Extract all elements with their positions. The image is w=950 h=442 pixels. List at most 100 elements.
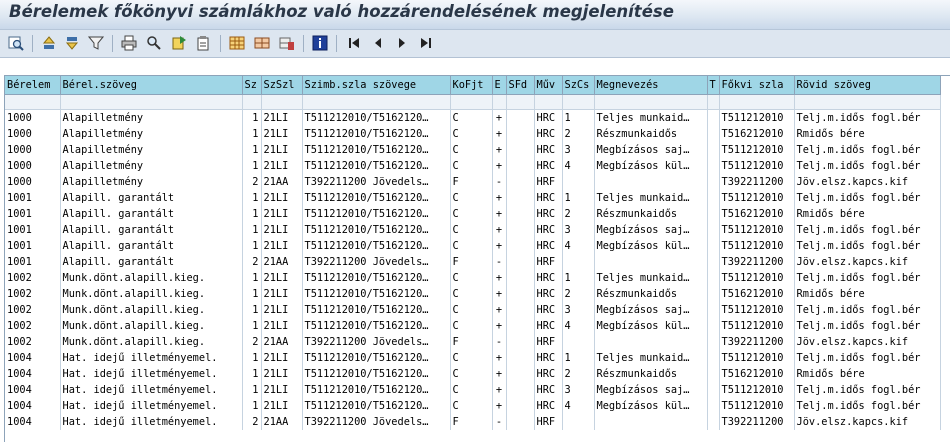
table-cell[interactable]: T511212010/T5162120… [302,238,451,254]
table-cell[interactable]: 1 [242,126,262,142]
table-cell[interactable]: + [492,366,507,382]
table-cell[interactable]: T392211200 Jövedels… [302,414,451,430]
table-cell[interactable]: 21AA [261,174,303,190]
table-cell[interactable] [707,142,720,158]
table-cell[interactable]: Telj.m.idős fogl.bér [794,109,941,126]
table-cell[interactable]: T511212010/T5162120… [302,302,451,318]
detail-icon[interactable] [7,34,25,52]
table-cell[interactable]: 1 [242,350,262,366]
table-cell[interactable]: Hat. idejű illetményemel. [60,382,243,398]
table-cell[interactable] [707,286,720,302]
column-header[interactable]: SFd [506,76,535,95]
table-cell[interactable]: 2 [242,334,262,350]
table-cell[interactable]: HRC [534,270,563,286]
table-cell[interactable]: - [492,174,507,190]
table-cell[interactable]: 2 [562,286,595,302]
table-cell[interactable]: T392211200 [719,334,795,350]
table-cell[interactable]: HRC [534,318,563,334]
table-cell[interactable]: 1 [242,238,262,254]
table-cell[interactable]: Részmunkaidős [594,286,708,302]
table-cell[interactable]: 2 [242,254,262,270]
table-cell[interactable]: + [492,206,507,222]
table-cell[interactable]: 3 [562,302,595,318]
table-cell[interactable]: C [450,286,493,302]
table-cell[interactable]: 1004 [5,398,61,414]
table-cell[interactable]: Jöv.elsz.kapcs.kif [794,254,941,270]
table-cell[interactable]: 4 [562,398,595,414]
table-cell[interactable]: Rmidős bére [794,206,941,222]
table-cell[interactable]: Megbízásos saj… [594,302,708,318]
table-cell[interactable]: HRC [534,190,563,206]
table-cell[interactable]: Teljes munkaid… [594,190,708,206]
table-cell[interactable]: T516212010 [719,206,795,222]
table-cell[interactable]: Telj.m.idős fogl.bér [794,190,941,206]
table-cell[interactable]: 1004 [5,366,61,382]
table-cell[interactable] [506,174,535,190]
table-cell[interactable]: Munk.dönt.alapill.kieg. [60,286,243,302]
table-cell[interactable]: Megbízásos kül… [594,158,708,174]
table-cell[interactable]: 21AA [261,334,303,350]
table-cell[interactable]: Teljes munkaid… [594,350,708,366]
table-cell[interactable]: Munk.dönt.alapill.kieg. [60,302,243,318]
table-cell[interactable] [707,158,720,174]
table-cell[interactable]: 4 [562,318,595,334]
column-header[interactable]: Főkvi szla [719,76,795,95]
table-cell[interactable] [506,286,535,302]
table-cell[interactable]: + [492,158,507,174]
table-cell[interactable]: 1 [242,318,262,334]
table-row[interactable]: 1004 Hat. idejű illetményemel. 2 21AA T39221… [5,414,941,430]
table-cell[interactable]: T511212010 [719,270,795,286]
table-cell[interactable]: 21LI [261,109,303,126]
table-cell[interactable]: Telj.m.idős fogl.bér [794,238,941,254]
table-cell[interactable]: + [492,142,507,158]
table-cell[interactable]: 2 [242,174,262,190]
table-cell[interactable]: 1001 [5,254,61,270]
table-cell[interactable]: Munk.dönt.alapill.kieg. [60,318,243,334]
table-cell[interactable]: T511212010 [719,222,795,238]
sort-ascending-icon[interactable] [40,34,58,52]
table-cell[interactable]: Alapilletmény [60,109,243,126]
table-cell[interactable]: T511212010/T5162120… [302,350,451,366]
table-cell[interactable]: T392211200 Jövedels… [302,334,451,350]
table-cell[interactable] [506,238,535,254]
table-cell[interactable]: 1004 [5,382,61,398]
layout-grid-icon[interactable] [228,34,246,52]
table-cell[interactable]: Részmunkaidős [594,366,708,382]
find-next-icon[interactable] [170,34,188,52]
table-cell[interactable]: 1000 [5,158,61,174]
table-row[interactable]: 1000 Alapilletmény 1 21LI T511212010/T516212… [5,126,941,142]
table-cell[interactable]: 1 [242,366,262,382]
table-cell[interactable]: - [492,254,507,270]
table-cell[interactable]: 1001 [5,190,61,206]
table-cell[interactable]: HRC [534,222,563,238]
table-cell[interactable]: Alapill. garantált [60,206,243,222]
table-cell[interactable]: HRC [534,206,563,222]
table-cell[interactable]: 1000 [5,109,61,126]
table-cell[interactable]: T511212010 [719,158,795,174]
table-cell[interactable]: HRC [534,126,563,142]
table-cell[interactable] [506,206,535,222]
table-cell[interactable]: Hat. idejű illetményemel. [60,414,243,430]
table-cell[interactable]: Telj.m.idős fogl.bér [794,222,941,238]
table-cell[interactable] [707,350,720,366]
table-row[interactable]: 1000 Alapilletmény 1 21LI T511212010/T516212… [5,142,941,158]
table-cell[interactable]: 2 [562,366,595,382]
table-cell[interactable]: 1 [562,270,595,286]
table-cell[interactable]: T511212010/T5162120… [302,366,451,382]
table-cell[interactable]: Megbízásos saj… [594,382,708,398]
table-cell[interactable]: C [450,270,493,286]
table-cell[interactable] [506,126,535,142]
table-cell[interactable]: Hat. idejű illetményemel. [60,398,243,414]
table-row[interactable]: 1001 Alapill. garantált 1 21LI T511212010/T5… [5,190,941,206]
table-cell[interactable]: T511212010 [719,350,795,366]
table-cell[interactable]: Hat. idejű illetményemel. [60,350,243,366]
table-cell[interactable]: C [450,109,493,126]
table-row[interactable]: 1002 Munk.dönt.alapill.kieg. 2 21AA T3922112… [5,334,941,350]
table-cell[interactable]: 4 [562,238,595,254]
table-row[interactable]: 1004 Hat. idejű illetményemel. 1 21LI T51121… [5,382,941,398]
table-cell[interactable]: T511212010 [719,142,795,158]
table-cell[interactable] [707,174,720,190]
table-cell[interactable]: 21LI [261,350,303,366]
table-cell[interactable] [707,254,720,270]
next-page-icon[interactable] [393,34,411,52]
